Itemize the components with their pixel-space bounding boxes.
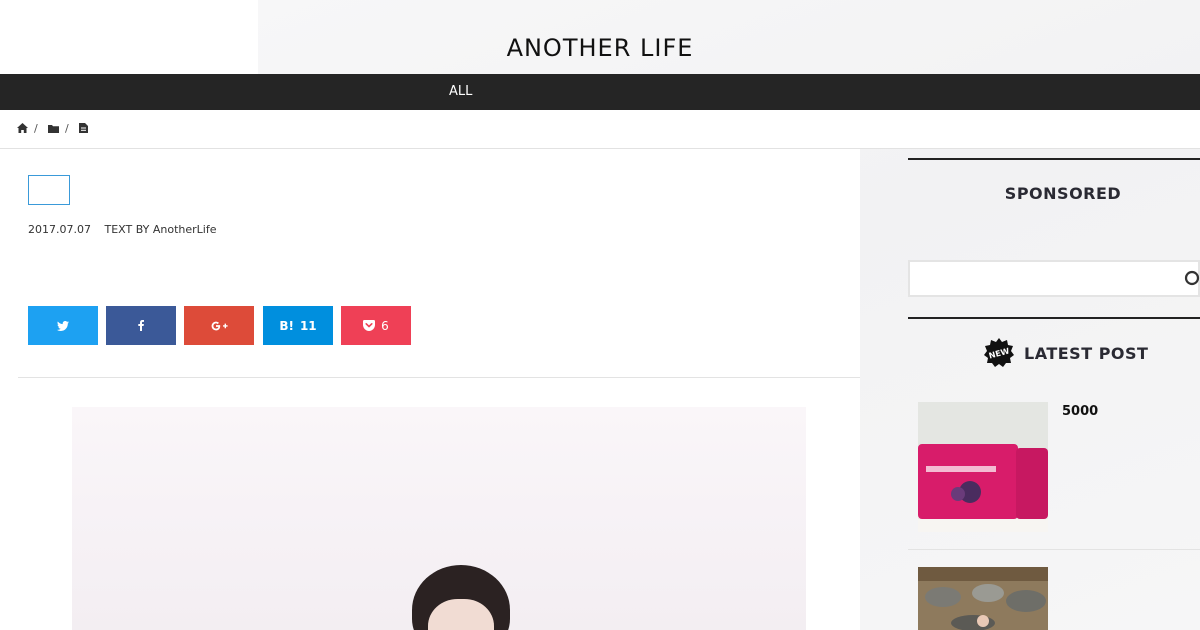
sponsored-title: SPONSORED <box>1004 184 1122 203</box>
hatena-label: B! <box>279 318 294 333</box>
pocket-count: 6 <box>381 318 389 333</box>
global-nav: ALL <box>0 74 1200 110</box>
facebook-icon <box>138 320 144 331</box>
latest-post-thumbnail[interactable] <box>918 402 1048 532</box>
article-top-edge <box>0 149 258 159</box>
search-input[interactable] <box>908 260 1200 297</box>
hero-image <box>72 407 806 630</box>
garden-photo <box>918 567 1048 630</box>
hatena-bookmark-button[interactable]: B! 11 <box>263 306 333 345</box>
post-author: TEXT BY AnotherLife <box>104 223 217 236</box>
article-divider <box>18 377 860 378</box>
sidebar: SPONSORED NEW LATEST POST 5000 <box>908 158 1200 630</box>
new-badge-icon: NEW <box>984 338 1014 367</box>
category-tag[interactable] <box>28 175 70 205</box>
home-icon[interactable] <box>17 123 28 136</box>
article: 2017.07.07 TEXT BY AnotherLife B! 11 6 <box>0 149 860 630</box>
folder-icon[interactable] <box>48 123 59 136</box>
breadcrumb-separator: / <box>65 122 69 135</box>
product-photo <box>918 402 1048 532</box>
site-title[interactable]: ANOTHER LIFE <box>507 34 694 62</box>
widget-rule <box>908 158 1200 160</box>
facebook-share-button[interactable] <box>106 306 176 345</box>
pocket-share-button[interactable]: 6 <box>341 306 411 345</box>
latest-post-thumbnail[interactable] <box>918 567 1048 630</box>
search-icon[interactable] <box>1184 270 1200 292</box>
document-icon <box>79 123 88 136</box>
latest-post-link[interactable]: 5000 <box>1062 404 1098 419</box>
post-divider <box>908 549 1200 550</box>
breadcrumb-separator: / <box>34 122 38 135</box>
googleplus-share-button[interactable] <box>184 306 254 345</box>
widget-rule <box>908 317 1200 319</box>
twitter-icon <box>57 320 69 331</box>
latest-post-title: LATEST POST <box>1024 343 1149 363</box>
breadcrumb: / / <box>0 110 1200 149</box>
googleplus-icon <box>211 321 228 330</box>
pocket-icon <box>363 320 376 331</box>
hatena-count: 11 <box>299 318 317 333</box>
latest-post-header: NEW LATEST POST <box>984 338 1148 368</box>
twitter-share-button[interactable] <box>28 306 98 345</box>
article-meta: 2017.07.07 TEXT BY AnotherLife <box>28 223 217 236</box>
nav-item-all[interactable]: ALL <box>449 84 472 99</box>
site-header: ANOTHER LIFE <box>0 0 1200 74</box>
post-date: 2017.07.07 <box>28 223 91 236</box>
